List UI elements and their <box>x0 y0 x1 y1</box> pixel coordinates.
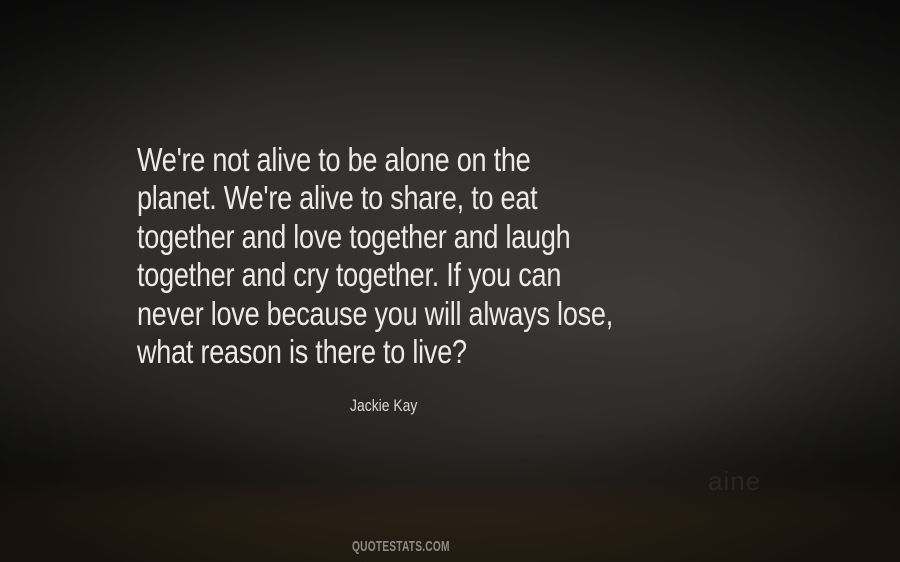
quote-line: planet. We're alive to share, to eat <box>137 179 538 217</box>
quote-line: together and cry together. If you can <box>137 256 562 294</box>
quote-author: Jackie Kay <box>350 396 418 415</box>
quote-line: what reason is there to live? <box>137 333 467 371</box>
background-watermark: aine <box>708 466 762 496</box>
quote-line: together and love together and laugh <box>137 217 571 255</box>
quote-line: never love because you will always lose, <box>137 294 613 332</box>
quote-text: We're not alive to be alone on the plane… <box>137 141 711 371</box>
site-brand: QUOTESTATS.COM <box>352 538 450 555</box>
quote-line: We're not alive to be alone on the <box>137 141 531 178</box>
